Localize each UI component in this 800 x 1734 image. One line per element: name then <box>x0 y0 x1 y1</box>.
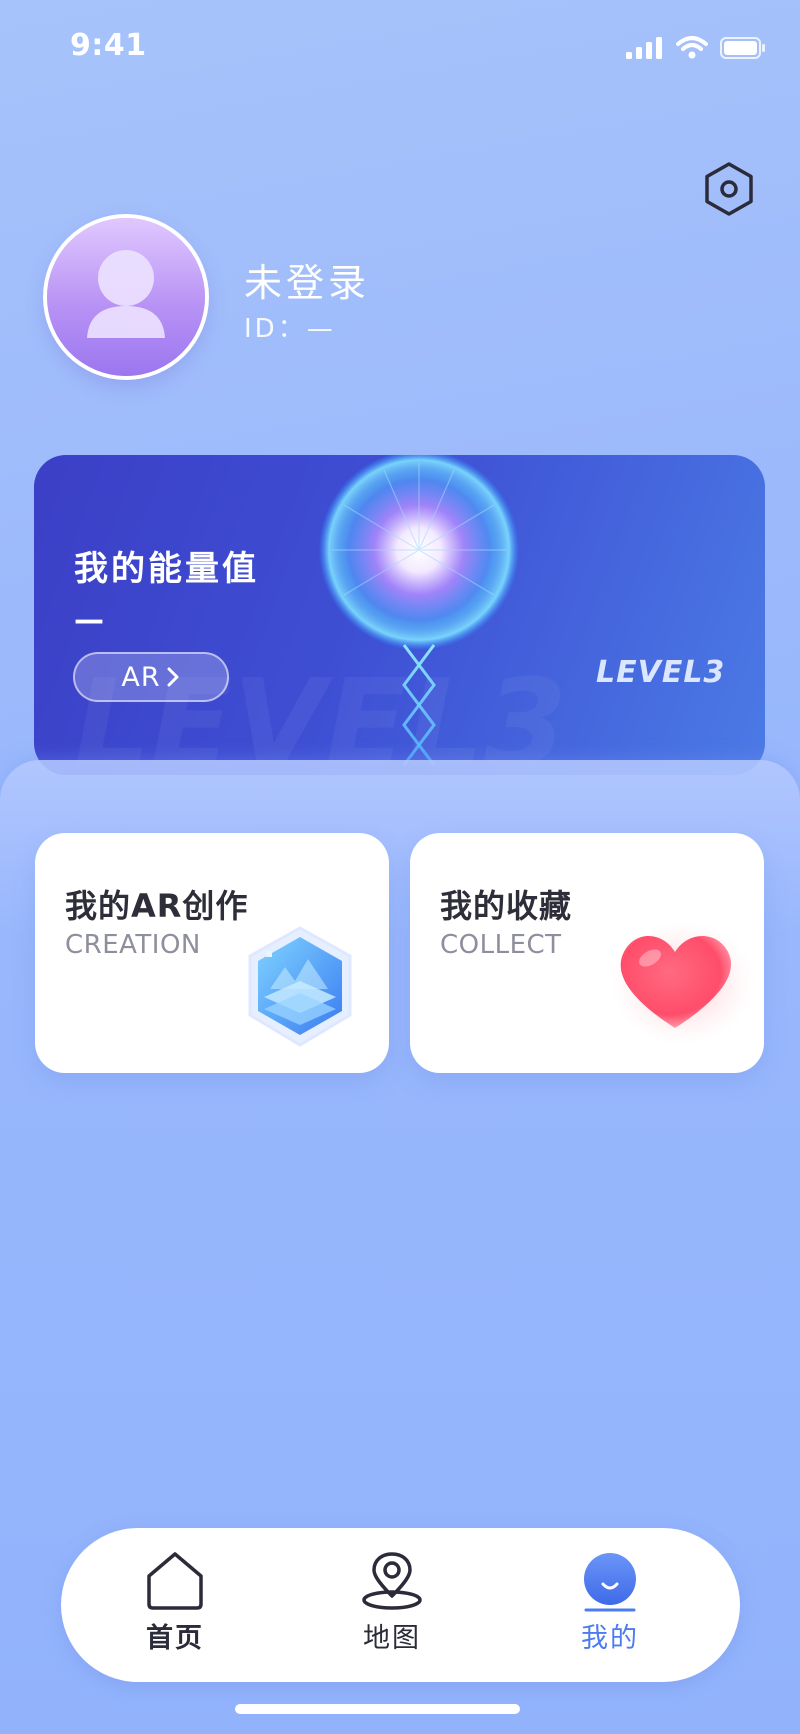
wifi-icon <box>676 36 708 59</box>
heart-icon <box>611 921 755 1045</box>
tab-label: 我的 <box>581 1623 639 1654</box>
settings-button[interactable] <box>700 160 758 218</box>
card-title: 我的收藏 <box>440 887 573 925</box>
home-icon <box>147 1552 203 1610</box>
profile-face-icon <box>584 1553 636 1612</box>
tab-label: 地图 <box>363 1623 421 1654</box>
level-badge: LEVEL3 <box>596 655 726 690</box>
settings-hex-icon <box>705 162 753 216</box>
tab-label: 首页 <box>146 1623 204 1654</box>
bottom-tab-bar: 首页 地图 我的 <box>61 1528 740 1682</box>
tab-mine[interactable]: 我的 <box>550 1550 670 1660</box>
energy-value: — <box>74 603 104 638</box>
energy-title: 我的能量值 <box>74 549 259 589</box>
default-avatar-icon <box>87 250 165 338</box>
layers-icon <box>248 926 352 1047</box>
energy-card[interactable]: LEVEL3 我的能量值 — AR LEVEL3 <box>34 455 765 775</box>
tab-home[interactable]: 首页 <box>115 1550 235 1660</box>
card-title: 我的AR创作 <box>65 887 249 925</box>
avatar[interactable] <box>47 218 205 376</box>
ar-button-label: AR <box>121 661 161 693</box>
card-subtitle: COLLECT <box>440 930 562 960</box>
home-indicator <box>235 1704 520 1714</box>
user-id: ID：— <box>244 314 336 344</box>
chevron-right-icon <box>167 667 179 687</box>
battery-icon <box>720 37 765 59</box>
ar-creation-card[interactable]: 我的AR创作 CREATION <box>35 833 389 1073</box>
collect-card[interactable]: 我的收藏 COLLECT <box>410 833 764 1073</box>
user-name[interactable]: 未登录 <box>244 252 370 307</box>
status-icons <box>626 36 766 60</box>
tab-map[interactable]: 地图 <box>332 1550 452 1660</box>
card-subtitle: CREATION <box>65 930 201 960</box>
energy-orb-illustration <box>319 455 519 775</box>
status-time: 9:41 <box>70 28 147 63</box>
signal-icon <box>626 37 662 59</box>
map-pin-icon <box>362 1552 422 1610</box>
ar-button[interactable]: AR <box>73 652 229 702</box>
